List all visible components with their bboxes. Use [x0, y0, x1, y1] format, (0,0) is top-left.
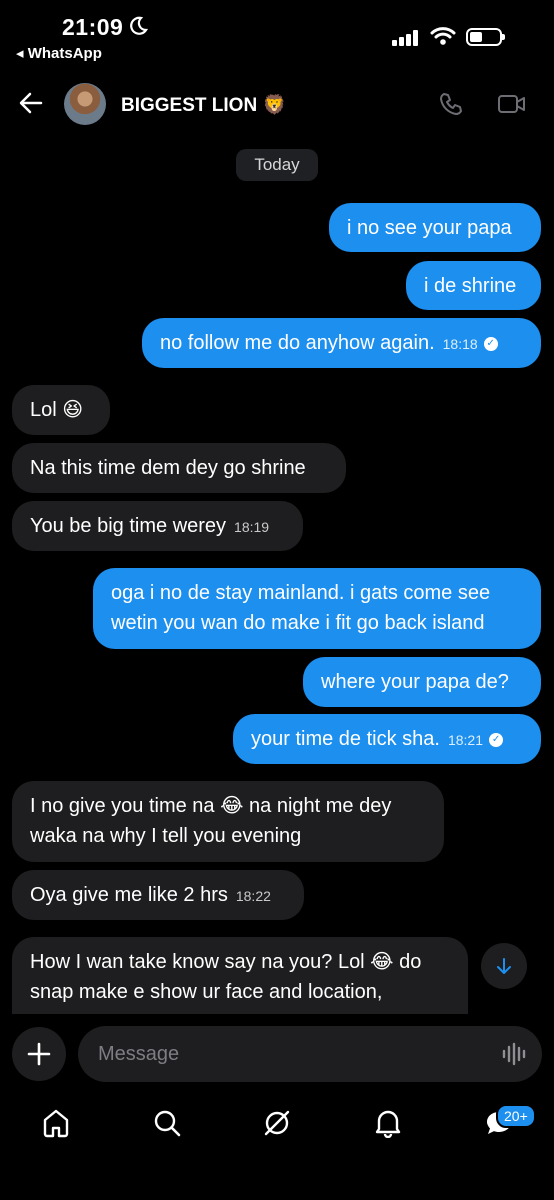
message-text: where your papa de? [321, 671, 509, 693]
message-bubble-outgoing[interactable]: your time de tick sha. 18:21 ✓ [233, 714, 541, 764]
message-bubble-outgoing[interactable]: oga i no de stay mainland. i gats come s… [93, 568, 541, 649]
phone-icon[interactable] [438, 91, 464, 122]
message-text: Na this time dem dey go shrine [30, 457, 306, 479]
message-bubble-outgoing[interactable]: no follow me do anyhow again. 18:18 ✓ [142, 318, 541, 368]
attach-plus-button[interactable] [12, 1027, 66, 1081]
message-time: 18:18 [442, 335, 478, 352]
scroll-down-button[interactable] [481, 943, 527, 989]
battery-icon [466, 28, 505, 46]
back-arrow-icon[interactable] [18, 90, 44, 121]
message-text: How I wan take know say na you? Lol 😂 do… [30, 951, 422, 1003]
message-bubble-incoming[interactable]: Oya give me like 2 hrs 18:22 [12, 870, 304, 920]
read-check-icon: ✓ [489, 732, 504, 747]
notifications-badge: 20+ [496, 1104, 536, 1128]
home-icon[interactable] [42, 1108, 70, 1143]
message-text: I no give you time na 😂 na night me dey … [30, 795, 392, 847]
notifications-bell-icon[interactable] [374, 1108, 402, 1143]
message-text: oga i no de stay mainland. i gats come s… [111, 582, 491, 634]
video-call-icon[interactable] [497, 93, 527, 120]
status-time: 21:09 [62, 14, 124, 40]
date-chip: Today [236, 149, 318, 181]
message-bubble-outgoing[interactable]: where your papa de? [303, 657, 541, 707]
message-text: Lol 😆 [30, 399, 84, 421]
message-time: 18:22 [235, 887, 271, 904]
message-text: no follow me do anyhow again. [160, 332, 435, 354]
moon-icon [128, 16, 148, 42]
contact-name[interactable]: BIGGEST LION 🦁 [121, 93, 286, 117]
message-input[interactable] [78, 1026, 542, 1082]
search-icon[interactable] [152, 1108, 182, 1143]
message-bubble-outgoing[interactable]: i de shrine [406, 261, 541, 310]
read-check-icon: ✓ [483, 336, 498, 351]
message-bubble-incoming[interactable]: Na this time dem dey go shrine [12, 443, 346, 493]
signal-icon [392, 30, 420, 46]
message-text: your time de tick sha. [251, 728, 440, 750]
message-text: i de shrine [424, 275, 517, 297]
message-bubble-incoming[interactable]: I no give you time na 😂 na night me dey … [12, 781, 444, 862]
message-time: 18:21 [447, 731, 484, 748]
message-text: Oya give me like 2 hrs [30, 884, 228, 906]
message-time: 18:19 [234, 518, 270, 535]
back-to-app-link[interactable]: ◂ WhatsApp [16, 44, 102, 62]
message-text: You be big time werey [30, 515, 227, 537]
message-text: i no see your papa [347, 217, 512, 239]
message-bubble-incoming[interactable]: You be big time werey 18:19 [12, 501, 303, 551]
voice-message-icon[interactable] [501, 1041, 527, 1072]
wifi-icon [430, 26, 456, 51]
grok-icon[interactable] [262, 1108, 292, 1143]
message-bubble-outgoing[interactable]: i no see your papa [329, 203, 541, 252]
contact-avatar[interactable] [64, 83, 106, 125]
message-bubble-incoming[interactable]: Lol 😆 [12, 385, 110, 435]
message-bubble-incoming[interactable]: How I wan take know say na you? Lol 😂 do… [12, 937, 468, 1014]
